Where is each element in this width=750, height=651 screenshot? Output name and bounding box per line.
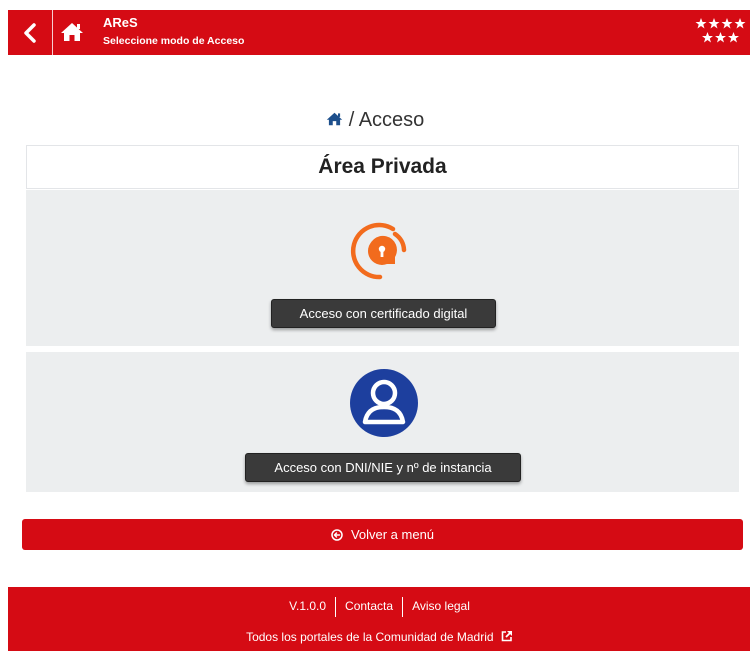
footer: V.1.0.0 Contacta Aviso legal Todos los por… [8, 587, 750, 651]
private-area-header: Área Privada [26, 145, 739, 189]
portals-link-label: Todos los portales de la Comunidad de Ma… [246, 630, 494, 644]
external-link-icon [501, 630, 513, 645]
breadcrumb: / Acceso [0, 109, 750, 132]
back-to-menu-label: Volver a menú [350, 527, 435, 542]
back-button[interactable] [8, 10, 53, 55]
breadcrumb-separator: / [348, 109, 355, 131]
contact-link[interactable]: Contacta [336, 599, 402, 613]
app-subtitle: Seleccione modo de Acceso [103, 35, 245, 47]
legal-notice-link[interactable]: Aviso legal [403, 599, 479, 613]
version-label: V.1.0.0 [289, 599, 327, 614]
circle-arrow-left-icon [331, 528, 343, 541]
home-icon [61, 23, 83, 41]
certificate-access-button[interactable]: Acceso con certificado digital [271, 299, 496, 328]
breadcrumb-current: Acceso [358, 109, 425, 131]
page-title: Área Privada [318, 155, 447, 178]
user-icon [350, 369, 418, 437]
footer-links: V.1.0.0 Contacta Aviso legal [8, 597, 750, 617]
chevron-left-icon [24, 22, 36, 43]
home-icon [326, 112, 342, 126]
app-header: AReS Seleccione modo de Acceso [8, 10, 750, 55]
breadcrumb-home-link[interactable] [326, 109, 343, 132]
dni-access-card: Acceso con DNI/NIE y nº de instancia [26, 352, 739, 492]
dni-access-button[interactable]: Acceso con DNI/NIE y nº de instancia [245, 453, 521, 482]
header-home-button[interactable] [60, 22, 84, 42]
portals-link[interactable]: Todos los portales de la Comunidad de Ma… [8, 630, 750, 645]
back-to-menu-button[interactable]: Volver a menú [22, 519, 743, 550]
stars-logo-icon [695, 18, 746, 43]
app-title: AReS [103, 15, 138, 30]
certificate-icon [350, 222, 407, 280]
certificate-access-card: Acceso con certificado digital [26, 190, 739, 346]
